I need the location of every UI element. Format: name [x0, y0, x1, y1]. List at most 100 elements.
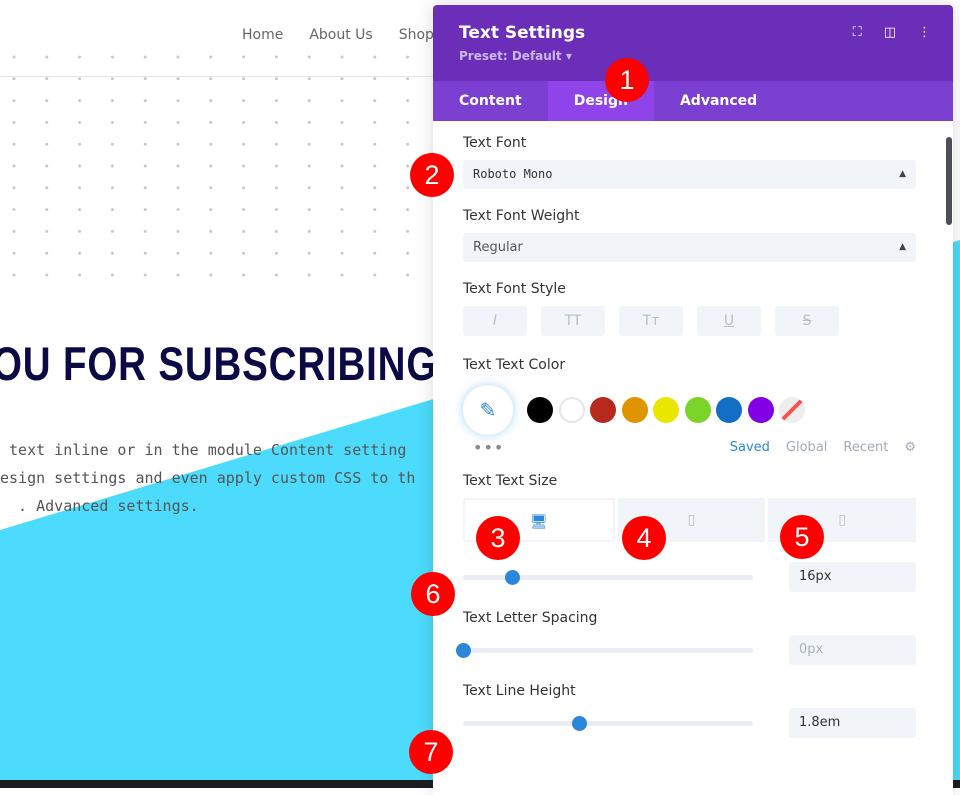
- dot: [78, 229, 82, 233]
- step-badge-3: 3: [476, 516, 520, 560]
- dot: [176, 208, 180, 212]
- dot: [176, 77, 180, 81]
- dot: [307, 142, 311, 146]
- color-swatch[interactable]: [716, 397, 742, 423]
- dot: [373, 229, 377, 233]
- more-vertical-icon[interactable]: ⋮: [918, 25, 931, 40]
- dot: [110, 142, 114, 146]
- weight-value: Regular: [473, 240, 523, 255]
- font-value: Roboto Mono: [473, 167, 553, 181]
- letter-spacing-slider[interactable]: [456, 642, 753, 658]
- page-headline: OU FOR SUBSCRIBING!: [0, 337, 451, 390]
- letter-spacing-input[interactable]: 0px: [789, 635, 916, 665]
- italic-button[interactable]: I: [463, 306, 527, 336]
- phone-icon: ▯: [838, 512, 847, 528]
- dot: [143, 55, 147, 59]
- nav-about[interactable]: About Us: [309, 27, 372, 43]
- dot: [274, 55, 278, 59]
- sidebar-layout-icon[interactable]: ◫: [884, 25, 896, 40]
- palette-global[interactable]: Global: [786, 440, 827, 455]
- font-select[interactable]: Roboto Mono ▲: [463, 160, 916, 189]
- underline-button[interactable]: U: [697, 306, 761, 336]
- dot: [406, 142, 410, 146]
- fullscreen-icon[interactable]: ⛶: [853, 25, 862, 40]
- dot: [274, 77, 278, 81]
- dot: [373, 186, 377, 190]
- step-badge-4: 4: [622, 516, 666, 560]
- panel-header[interactable]: Text Settings Preset: Default ▾ ⛶ ◫ ⋮: [433, 5, 953, 81]
- preset-dropdown[interactable]: Preset: Default ▾: [459, 49, 927, 63]
- dot: [78, 208, 82, 212]
- dot: [242, 164, 246, 168]
- uppercase-button[interactable]: TT: [541, 306, 605, 336]
- dot: [373, 120, 377, 124]
- dot: [274, 273, 278, 277]
- weight-select[interactable]: Regular ▲: [463, 233, 916, 262]
- dot: [143, 186, 147, 190]
- color-swatch[interactable]: [653, 397, 679, 423]
- nav-home[interactable]: Home: [242, 27, 283, 43]
- capitalize-button[interactable]: Tт: [619, 306, 683, 336]
- dot: [110, 229, 114, 233]
- nav-shop[interactable]: Shop: [399, 27, 434, 43]
- color-swatch[interactable]: [527, 397, 553, 423]
- dot: [110, 273, 114, 277]
- dot: [176, 120, 180, 124]
- more-colors-button[interactable]: •••: [473, 438, 504, 457]
- dot: [242, 55, 246, 59]
- dot: [340, 273, 344, 277]
- color-swatch[interactable]: [747, 397, 774, 423]
- palette-recent[interactable]: Recent: [843, 440, 888, 455]
- gear-icon[interactable]: ⚙: [904, 440, 916, 455]
- strikethrough-button[interactable]: S: [775, 306, 839, 336]
- site-nav: Home About Us Shop: [242, 27, 434, 43]
- line-height-input[interactable]: 1.8em: [789, 708, 916, 738]
- tab-content[interactable]: Content: [433, 81, 548, 121]
- dot: [143, 273, 147, 277]
- color-swatch[interactable]: [590, 397, 616, 423]
- dot: [110, 77, 114, 81]
- tab-advanced[interactable]: Advanced: [654, 81, 783, 121]
- dot: [176, 229, 180, 233]
- step-badge-5: 5: [780, 515, 824, 559]
- panel-scrollbar[interactable]: [946, 137, 952, 225]
- dot: [242, 120, 246, 124]
- color-swatch[interactable]: [558, 397, 585, 423]
- palette-saved[interactable]: Saved: [730, 440, 770, 455]
- dot: [209, 273, 213, 277]
- slider-handle[interactable]: [505, 569, 521, 585]
- dot: [209, 77, 213, 81]
- dot: [143, 99, 147, 103]
- dot: [12, 251, 16, 255]
- slider-handle[interactable]: [572, 715, 587, 731]
- dot: [78, 120, 82, 124]
- dot: [45, 99, 49, 103]
- dot: [78, 99, 82, 103]
- dot: [12, 77, 16, 81]
- slider-handle[interactable]: [456, 642, 471, 658]
- color-swatch[interactable]: [684, 397, 711, 423]
- dot: [12, 229, 16, 233]
- line-height-slider[interactable]: [463, 715, 753, 731]
- dot: [45, 164, 49, 168]
- dot: [406, 99, 410, 103]
- dot: [406, 164, 410, 168]
- eyedropper-icon[interactable]: ✎: [463, 385, 513, 435]
- dot: [143, 120, 147, 124]
- color-label: Text Text Color: [463, 357, 566, 373]
- dot: [12, 120, 16, 124]
- size-input[interactable]: 16px: [789, 562, 916, 592]
- step-badge-6: 6: [411, 572, 455, 616]
- dot: [242, 99, 246, 103]
- panel-tabs: Content Design Advanced: [433, 81, 953, 121]
- transparent-swatch[interactable]: [779, 397, 805, 423]
- color-swatch[interactable]: [621, 397, 648, 423]
- dot: [340, 229, 344, 233]
- size-slider[interactable]: [463, 569, 753, 585]
- dot: [373, 208, 377, 212]
- dot: [209, 208, 213, 212]
- dot: [143, 77, 147, 81]
- dot: [406, 77, 410, 81]
- dot: [274, 229, 278, 233]
- dot: [45, 208, 49, 212]
